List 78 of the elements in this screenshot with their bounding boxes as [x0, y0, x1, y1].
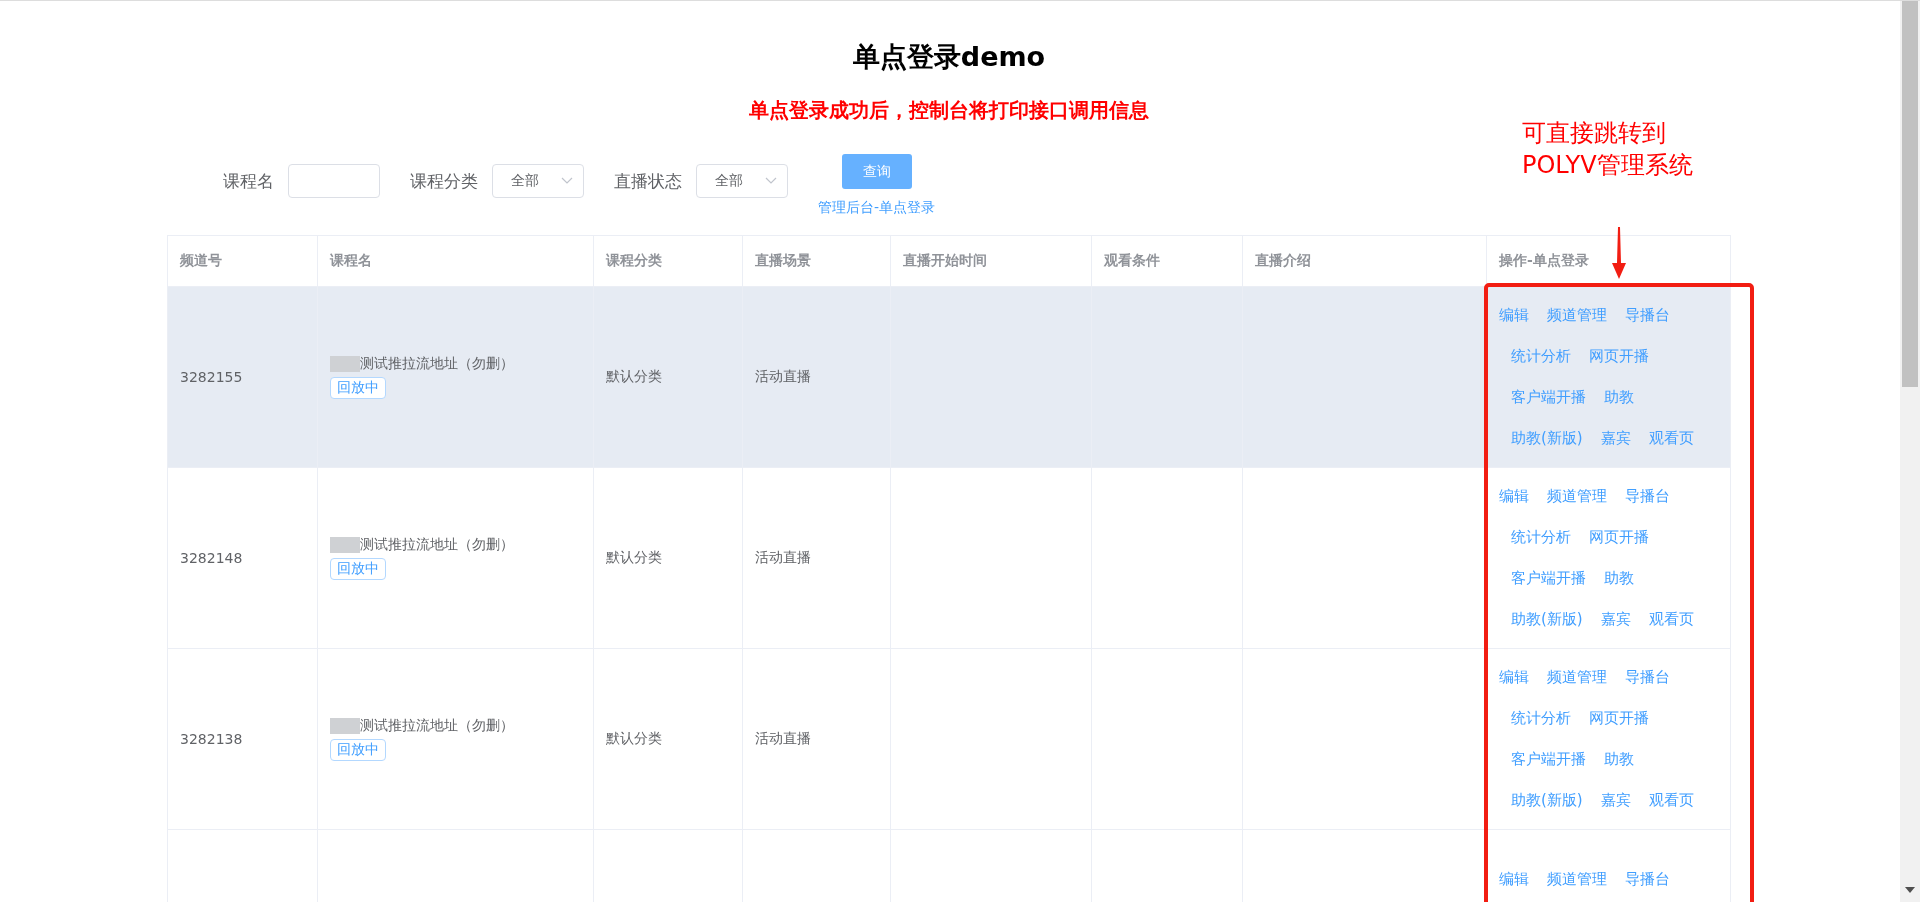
action-link[interactable]: 频道管理	[1546, 870, 1607, 889]
action-link[interactable]: 网页开播	[1588, 347, 1649, 366]
annotation-text: 可直接跳转到	[1522, 118, 1667, 149]
column-header: 课程分类	[593, 235, 743, 287]
chevron-down-icon	[765, 177, 777, 185]
status-tag: 回放中	[329, 377, 386, 399]
action-link[interactable]: 编辑	[1498, 487, 1529, 506]
column-header: 频道号	[167, 235, 318, 287]
action-link[interactable]: 客户端开播	[1510, 388, 1586, 407]
action-link[interactable]: 频道管理	[1546, 306, 1607, 325]
course-name-field[interactable]	[288, 164, 380, 198]
action-link[interactable]: 助教	[1603, 750, 1634, 769]
filter-label: 直播状态	[614, 169, 682, 193]
action-link[interactable]: 导播台	[1624, 870, 1670, 889]
table-cell: 3282148	[167, 467, 318, 649]
table-row[interactable]: 3282138 测试推拉流地址（勿删） 回放中 默认分类 活动直播 编辑 频道管理 导播台 统计分析 网页开播 客户端开播 助教 助教(新版) 嘉宾 观看页	[167, 648, 1731, 830]
action-link[interactable]: 网页开播	[1588, 528, 1649, 547]
filter-label: 课程名	[223, 169, 274, 193]
column-header: 直播开始时间	[890, 235, 1092, 287]
action-link[interactable]: 导播台	[1624, 487, 1670, 506]
action-link[interactable]: 统计分析	[1510, 528, 1571, 547]
action-link[interactable]: 统计分析	[1510, 347, 1571, 366]
table-cell: 3282138	[167, 648, 318, 830]
table-row[interactable]: 3282155 测试推拉流地址（勿删） 回放中 默认分类 活动直播 编辑 频道管理 导播台 统计分析 网页开播 客户端开播 助教 助教(新版) 嘉宾 观看页	[167, 286, 1731, 468]
table-cell: 3282155	[167, 286, 318, 468]
status-tag: 回放中	[329, 739, 386, 761]
action-link[interactable]: 编辑	[1498, 668, 1529, 687]
table-cell: 活动直播	[742, 286, 891, 468]
table-cell: 默认分类	[593, 467, 743, 649]
action-link[interactable]: 观看页	[1648, 429, 1694, 448]
action-link[interactable]: 编辑	[1498, 870, 1529, 889]
annotation-text: POLYV管理系统	[1522, 150, 1693, 181]
notice-text: 单点登录成功后，控制台将打印接口调用信息	[749, 97, 1149, 124]
action-link[interactable]: 客户端开播	[1510, 750, 1586, 769]
course-name: 测试推拉流地址（勿删）	[359, 355, 514, 373]
column-header: 课程名	[317, 235, 594, 287]
select-dropdown[interactable]: 全部	[696, 164, 788, 198]
action-link[interactable]: 观看页	[1648, 610, 1694, 629]
action-link[interactable]: 助教(新版)	[1510, 610, 1583, 629]
action-link[interactable]: 编辑	[1498, 306, 1529, 325]
action-link[interactable]: 统计分析	[1510, 709, 1571, 728]
action-link[interactable]: 观看页	[1648, 791, 1694, 810]
column-header: 直播介绍	[1242, 235, 1487, 287]
action-link[interactable]: 助教(新版)	[1510, 429, 1583, 448]
admin-link[interactable]: 管理后台-单点登录	[818, 199, 936, 217]
action-link[interactable]: 频道管理	[1546, 487, 1607, 506]
action-link[interactable]: 网页开播	[1588, 709, 1649, 728]
action-link[interactable]: 导播台	[1624, 668, 1670, 687]
action-link[interactable]: 客户端开播	[1510, 569, 1586, 588]
table-cell: 默认分类	[593, 286, 743, 468]
action-link[interactable]: 嘉宾	[1600, 791, 1631, 810]
table-cell: 活动直播	[742, 648, 891, 830]
action-link[interactable]: 嘉宾	[1600, 610, 1631, 629]
redaction-block	[329, 718, 360, 734]
action-link[interactable]: 助教	[1603, 388, 1634, 407]
chevron-down-icon	[561, 177, 573, 185]
action-link[interactable]: 嘉宾	[1600, 429, 1631, 448]
action-link[interactable]: 导播台	[1624, 306, 1670, 325]
action-link[interactable]: 助教	[1603, 569, 1634, 588]
arrow-icon	[1611, 227, 1627, 279]
page-title: 单点登录demo	[852, 40, 1046, 74]
column-header: 观看条件	[1091, 235, 1243, 287]
table-row[interactable]: 编辑 频道管理 导播台	[167, 829, 1731, 902]
select-dropdown[interactable]: 全部	[492, 164, 584, 198]
status-tag: 回放中	[329, 558, 386, 580]
course-name: 测试推拉流地址（勿删）	[359, 717, 514, 735]
search-button[interactable]: 查询	[841, 154, 912, 189]
redaction-block	[329, 537, 360, 553]
redaction-block	[329, 356, 360, 372]
column-header: 直播场景	[742, 235, 891, 287]
table-cell: 默认分类	[593, 648, 743, 830]
filter-label: 课程分类	[410, 169, 478, 193]
table-cell: 活动直播	[742, 467, 891, 649]
table-row[interactable]: 3282148 测试推拉流地址（勿删） 回放中 默认分类 活动直播 编辑 频道管理 导播台 统计分析 网页开播 客户端开播 助教 助教(新版) 嘉宾 观看页	[167, 467, 1731, 649]
scrollbar[interactable]	[1900, 1, 1920, 902]
action-link[interactable]: 助教(新版)	[1510, 791, 1583, 810]
action-link[interactable]: 频道管理	[1546, 668, 1607, 687]
course-name: 测试推拉流地址（勿删）	[359, 536, 514, 554]
